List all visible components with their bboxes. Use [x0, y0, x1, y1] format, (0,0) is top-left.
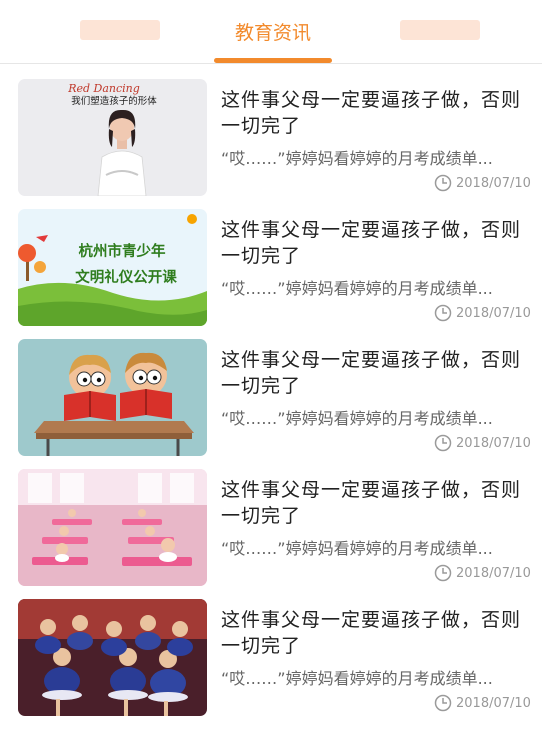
- news-thumbnail-cartoon-readers: [18, 339, 207, 456]
- cartoon-readers-image: [18, 339, 207, 456]
- woman-teacher-image: Red Dancing 我们塑造孩子的形体: [18, 79, 207, 196]
- news-summary: “哎……”婷婷妈看婷婷的月考成绩单...: [221, 149, 493, 168]
- news-date: 2018/07/10: [434, 563, 531, 583]
- news-date-text: 2018/07/10: [456, 435, 531, 451]
- news-item[interactable]: 杭州市青少年 文明礼仪公开课 这件事父母一定要逼孩子做，否则一切完了 “哎……”…: [0, 195, 542, 326]
- news-thumbnail-woman-teacher: Red Dancing 我们塑造孩子的形体: [18, 79, 207, 196]
- news-date-text: 2018/07/10: [456, 565, 531, 581]
- news-item[interactable]: 这件事父母一定要逼孩子做，否则一切完了 “哎……”婷婷妈看婷婷的月考成绩单...…: [0, 455, 542, 586]
- news-date: 2018/07/10: [434, 433, 531, 453]
- tab-left-blurred[interactable]: [80, 20, 160, 40]
- news-thumbnail-civility-banner: 杭州市青少年 文明礼仪公开课: [18, 209, 207, 326]
- clock-icon: [434, 434, 452, 452]
- news-date-text: 2018/07/10: [456, 175, 531, 191]
- news-thumbnail-stage-performance: [18, 599, 207, 716]
- news-date: 2018/07/10: [434, 173, 531, 193]
- news-date-text: 2018/07/10: [456, 305, 531, 321]
- civility-title-line1: 杭州市青少年: [79, 242, 166, 260]
- news-summary: “哎……”婷婷妈看婷婷的月考成绩单...: [221, 539, 493, 558]
- news-item[interactable]: 这件事父母一定要逼孩子做，否则一切完了 “哎……”婷婷妈看婷婷的月考成绩单...…: [0, 585, 542, 716]
- news-date: 2018/07/10: [434, 693, 531, 713]
- news-title[interactable]: 这件事父母一定要逼孩子做，否则一切完了: [221, 217, 526, 269]
- news-summary: “哎……”婷婷妈看婷婷的月考成绩单...: [221, 409, 493, 428]
- clock-icon: [434, 694, 452, 712]
- clock-icon: [434, 174, 452, 192]
- stage-performance-image: [18, 599, 207, 716]
- news-summary: “哎……”婷婷妈看婷婷的月考成绩单...: [221, 669, 493, 688]
- news-item[interactable]: 这件事父母一定要逼孩子做，否则一切完了 “哎……”婷婷妈看婷婷的月考成绩单...…: [0, 325, 542, 456]
- top-tab-bar: 教育资讯: [0, 0, 542, 64]
- news-item[interactable]: Red Dancing 我们塑造孩子的形体 这件事父母一定要逼孩子做，否则一切完…: [0, 65, 542, 196]
- tab-right-blurred[interactable]: [400, 20, 480, 40]
- news-title[interactable]: 这件事父母一定要逼孩子做，否则一切完了: [221, 347, 526, 399]
- civility-banner-image: 杭州市青少年 文明礼仪公开课: [18, 209, 207, 326]
- dance-class-image: [18, 469, 207, 586]
- dance-caption-text: 我们塑造孩子的形体: [71, 95, 157, 107]
- news-title[interactable]: 这件事父母一定要逼孩子做，否则一切完了: [221, 477, 526, 529]
- active-tab-indicator: [214, 58, 332, 63]
- clock-icon: [434, 304, 452, 322]
- news-date-text: 2018/07/10: [456, 695, 531, 711]
- dance-brand-text: Red Dancing: [67, 82, 140, 95]
- news-date: 2018/07/10: [434, 303, 531, 323]
- news-title[interactable]: 这件事父母一定要逼孩子做，否则一切完了: [221, 87, 526, 139]
- clock-icon: [434, 564, 452, 582]
- news-summary: “哎……”婷婷妈看婷婷的月考成绩单...: [221, 279, 493, 298]
- tab-education-news[interactable]: 教育资讯: [214, 18, 332, 45]
- news-thumbnail-dance-class: [18, 469, 207, 586]
- civility-title-line2: 文明礼仪公开课: [75, 268, 177, 286]
- news-title[interactable]: 这件事父母一定要逼孩子做，否则一切完了: [221, 607, 526, 659]
